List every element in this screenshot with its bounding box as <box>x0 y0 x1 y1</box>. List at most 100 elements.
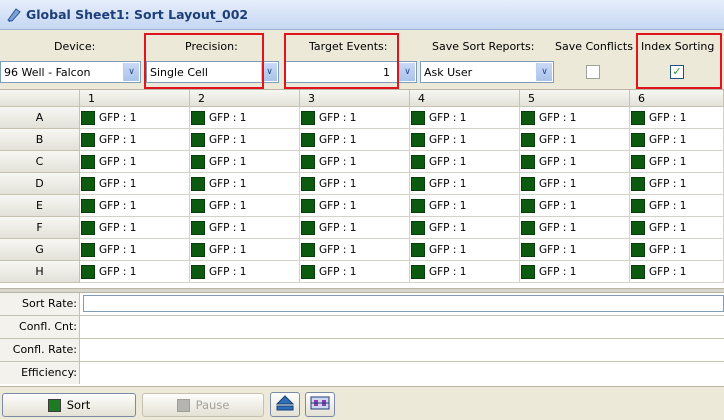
column-header-5[interactable]: 5 <box>520 90 630 107</box>
well-F4[interactable]: GFP : 1 <box>410 217 520 239</box>
well-D3[interactable]: GFP : 1 <box>300 173 410 195</box>
well-label: GFP : 1 <box>649 111 687 124</box>
row-header-G[interactable]: G <box>0 239 80 261</box>
column-header-2[interactable]: 2 <box>190 90 300 107</box>
well-C2[interactable]: GFP : 1 <box>190 151 300 173</box>
well-E5[interactable]: GFP : 1 <box>520 195 630 217</box>
gate-color-swatch <box>81 110 95 125</box>
row-header-C[interactable]: C <box>0 151 80 173</box>
row-header-E[interactable]: E <box>0 195 80 217</box>
well-D4[interactable]: GFP : 1 <box>410 173 520 195</box>
well-E4[interactable]: GFP : 1 <box>410 195 520 217</box>
well-G5[interactable]: GFP : 1 <box>520 239 630 261</box>
gate-color-swatch <box>521 176 535 191</box>
well-H2[interactable]: GFP : 1 <box>190 261 300 283</box>
gate-color-swatch <box>301 220 315 235</box>
well-C3[interactable]: GFP : 1 <box>300 151 410 173</box>
gate-color-swatch <box>81 198 95 213</box>
gate-color-swatch <box>631 110 645 125</box>
well-label: GFP : 1 <box>649 221 687 234</box>
sort-button[interactable]: Sort <box>2 393 136 417</box>
well-G4[interactable]: GFP : 1 <box>410 239 520 261</box>
column-header-6[interactable]: 6 <box>630 90 724 107</box>
grid-corner <box>0 90 80 107</box>
well-B4[interactable]: GFP : 1 <box>410 129 520 151</box>
well-B2[interactable]: GFP : 1 <box>190 129 300 151</box>
well-F3[interactable]: GFP : 1 <box>300 217 410 239</box>
well-G1[interactable]: GFP : 1 <box>80 239 190 261</box>
column-header-1[interactable]: 1 <box>80 90 190 107</box>
well-B3[interactable]: GFP : 1 <box>300 129 410 151</box>
save-sort-reports-select[interactable]: Ask User ∨ <box>420 61 554 83</box>
gate-color-swatch <box>301 264 315 279</box>
well-A1[interactable]: GFP : 1 <box>80 107 190 129</box>
well-D6[interactable]: GFP : 1 <box>630 173 724 195</box>
well-F6[interactable]: GFP : 1 <box>630 217 724 239</box>
chevron-down-icon[interactable]: ∨ <box>536 63 552 81</box>
chevron-down-icon[interactable]: ∨ <box>123 63 139 81</box>
well-label: GFP : 1 <box>319 177 357 190</box>
well-H4[interactable]: GFP : 1 <box>410 261 520 283</box>
well-H6[interactable]: GFP : 1 <box>630 261 724 283</box>
well-C5[interactable]: GFP : 1 <box>520 151 630 173</box>
well-F1[interactable]: GFP : 1 <box>80 217 190 239</box>
well-A3[interactable]: GFP : 1 <box>300 107 410 129</box>
well-label: GFP : 1 <box>99 221 137 234</box>
gate-color-swatch <box>301 176 315 191</box>
well-H5[interactable]: GFP : 1 <box>520 261 630 283</box>
well-C1[interactable]: GFP : 1 <box>80 151 190 173</box>
sort-controls-bar: Sort Pause <box>0 386 724 420</box>
precision-highlight-box <box>144 33 264 89</box>
sort-stage-button[interactable] <box>305 392 335 417</box>
well-H3[interactable]: GFP : 1 <box>300 261 410 283</box>
row-header-A[interactable]: A <box>0 107 80 129</box>
gate-color-swatch <box>521 110 535 125</box>
well-A6[interactable]: GFP : 1 <box>630 107 724 129</box>
well-G6[interactable]: GFP : 1 <box>630 239 724 261</box>
confl-cnt-label: Confl. Cnt: <box>0 316 80 338</box>
well-A2[interactable]: GFP : 1 <box>190 107 300 129</box>
well-D1[interactable]: GFP : 1 <box>80 173 190 195</box>
well-label: GFP : 1 <box>99 111 137 124</box>
well-C6[interactable]: GFP : 1 <box>630 151 724 173</box>
pause-button[interactable]: Pause <box>142 393 264 417</box>
well-E1[interactable]: GFP : 1 <box>80 195 190 217</box>
well-E6[interactable]: GFP : 1 <box>630 195 724 217</box>
gate-color-swatch <box>411 154 425 169</box>
well-E3[interactable]: GFP : 1 <box>300 195 410 217</box>
well-A5[interactable]: GFP : 1 <box>520 107 630 129</box>
well-B1[interactable]: GFP : 1 <box>80 129 190 151</box>
row-header-B[interactable]: B <box>0 129 80 151</box>
well-label: GFP : 1 <box>319 199 357 212</box>
well-D5[interactable]: GFP : 1 <box>520 173 630 195</box>
well-F2[interactable]: GFP : 1 <box>190 217 300 239</box>
well-A4[interactable]: GFP : 1 <box>410 107 520 129</box>
eject-button[interactable] <box>270 392 300 417</box>
well-label: GFP : 1 <box>539 221 577 234</box>
gate-color-swatch <box>521 198 535 213</box>
chevron-down-icon[interactable]: ∨ <box>399 63 415 81</box>
well-label: GFP : 1 <box>429 155 467 168</box>
well-E2[interactable]: GFP : 1 <box>190 195 300 217</box>
row-header-D[interactable]: D <box>0 173 80 195</box>
well-B6[interactable]: GFP : 1 <box>630 129 724 151</box>
well-G3[interactable]: GFP : 1 <box>300 239 410 261</box>
well-B5[interactable]: GFP : 1 <box>520 129 630 151</box>
well-label: GFP : 1 <box>539 243 577 256</box>
gate-color-swatch <box>191 220 205 235</box>
gate-color-swatch <box>81 264 95 279</box>
device-select[interactable]: 96 Well - Falcon ∨ <box>0 61 141 83</box>
well-C4[interactable]: GFP : 1 <box>410 151 520 173</box>
well-D2[interactable]: GFP : 1 <box>190 173 300 195</box>
row-header-H[interactable]: H <box>0 261 80 283</box>
well-G2[interactable]: GFP : 1 <box>190 239 300 261</box>
column-header-3[interactable]: 3 <box>300 90 410 107</box>
well-label: GFP : 1 <box>319 155 357 168</box>
well-F5[interactable]: GFP : 1 <box>520 217 630 239</box>
well-H1[interactable]: GFP : 1 <box>80 261 190 283</box>
column-header-4[interactable]: 4 <box>410 90 520 107</box>
save-conflicts-checkbox[interactable] <box>586 65 600 79</box>
well-label: GFP : 1 <box>209 221 247 234</box>
row-header-F[interactable]: F <box>0 217 80 239</box>
window-title: Global Sheet1: Sort Layout_002 <box>26 7 249 22</box>
